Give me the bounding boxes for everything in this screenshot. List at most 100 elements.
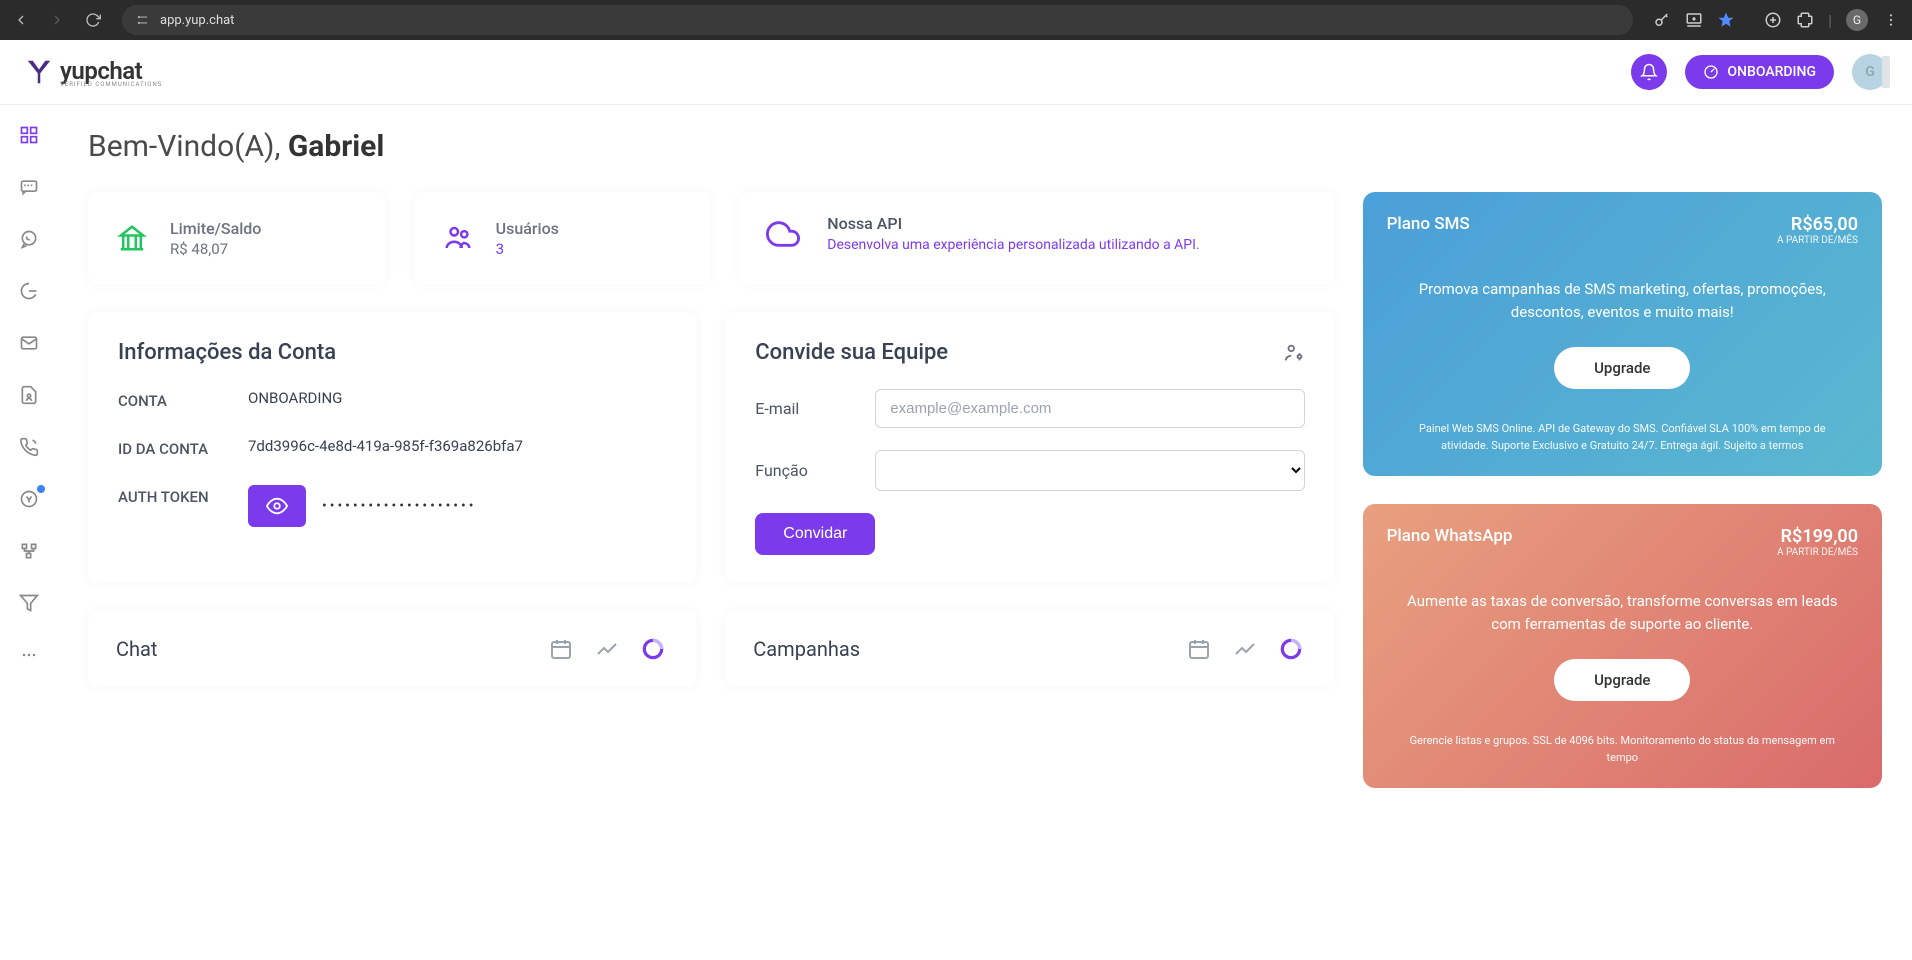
donut-chart-button[interactable] — [637, 633, 669, 665]
sidebar-item-more[interactable] — [17, 643, 41, 667]
account-label: CONTA — [118, 389, 248, 413]
gauge-icon — [1703, 64, 1719, 80]
campaigns-chart-title: Campanhas — [753, 637, 860, 661]
browser-url-text: app.yup.chat — [160, 13, 234, 28]
browser-chrome: app.yup.chat | G — [0, 0, 1912, 40]
donut-chart-icon — [1278, 636, 1304, 662]
sidebar-item-integrations[interactable] — [17, 539, 41, 563]
key-icon[interactable] — [1653, 11, 1671, 29]
balance-card[interactable]: Limite/Saldo R$ 48,07 — [88, 192, 386, 284]
users-card[interactable]: Usuários 3 — [414, 192, 712, 284]
account-id-label: ID DA CONTA — [118, 437, 248, 461]
onboarding-button[interactable]: ONBOARDING — [1685, 55, 1834, 89]
calendar-button[interactable] — [1183, 633, 1215, 665]
plan-wa-desc: Aumente as taxas de conversão, transform… — [1387, 590, 1858, 635]
sms-icon — [19, 177, 39, 197]
google-icon — [19, 281, 39, 301]
bank-icon — [112, 218, 152, 258]
browser-url-bar[interactable]: app.yup.chat — [122, 5, 1633, 35]
account-info-title: Informações da Conta — [118, 340, 667, 365]
site-settings-icon — [136, 13, 150, 27]
calendar-icon — [1187, 637, 1211, 661]
account-id-value: 7dd3996c-4e8d-419a-985f-f369a826bfa7 — [248, 437, 523, 461]
team-settings-icon[interactable] — [1283, 342, 1305, 364]
sidebar-item-filters[interactable] — [17, 591, 41, 615]
line-chart-button[interactable] — [591, 633, 623, 665]
bell-icon — [1640, 63, 1658, 81]
mail-icon — [19, 333, 39, 353]
sidebar-item-voice[interactable] — [17, 435, 41, 459]
install-icon[interactable] — [1685, 11, 1703, 29]
sidebar-item-yupchat[interactable] — [17, 487, 41, 511]
account-value: ONBOARDING — [248, 389, 342, 413]
sidebar-item-dashboard[interactable] — [17, 123, 41, 147]
brand-circle-icon — [19, 489, 39, 509]
role-select[interactable] — [875, 450, 1304, 491]
email-label: E-mail — [755, 399, 875, 418]
cloud-icon — [763, 214, 803, 254]
donut-chart-button[interactable] — [1275, 633, 1307, 665]
account-info-panel: Informações da Conta CONTA ONBOARDING ID… — [88, 312, 697, 583]
new-tab-icon[interactable] — [1764, 11, 1782, 29]
plan-sms-upgrade-button[interactable]: Upgrade — [1554, 347, 1690, 389]
file-user-icon — [19, 385, 39, 405]
browser-forward-button[interactable] — [48, 11, 66, 29]
invite-title: Convide sua Equipe — [755, 340, 948, 365]
donut-chart-icon — [640, 636, 666, 662]
phone-icon — [19, 437, 39, 457]
role-label: Função — [755, 461, 875, 480]
auth-token-masked: •••••••••••••••••••• — [322, 498, 476, 514]
plan-whatsapp-card: Plano WhatsApp R$199,00 A PARTIR DE/MÊS … — [1363, 504, 1882, 788]
plan-sms-fineprint: Painel Web SMS Online. API de Gateway do… — [1387, 421, 1858, 454]
calendar-icon — [549, 637, 573, 661]
balance-value: R$ 48,07 — [170, 240, 261, 258]
status-dot-icon — [37, 485, 45, 493]
users-label: Usuários — [496, 219, 559, 238]
plan-wa-price: R$199,00 — [1777, 526, 1858, 547]
sidebar-item-email[interactable] — [17, 331, 41, 355]
more-horizontal-icon — [19, 645, 39, 665]
plan-wa-upgrade-button[interactable]: Upgrade — [1554, 659, 1690, 701]
line-chart-icon — [1233, 637, 1257, 661]
sidebar-item-google[interactable] — [17, 279, 41, 303]
sidebar-item-whatsapp[interactable] — [17, 227, 41, 251]
user-avatar[interactable]: G — [1852, 54, 1888, 90]
sidebar-item-sms[interactable] — [17, 175, 41, 199]
browser-menu-icon[interactable] — [1882, 11, 1900, 29]
plan-sms-card: Plano SMS R$65,00 A PARTIR DE/MÊS Promov… — [1363, 192, 1882, 476]
campaigns-chart-panel: Campanhas — [725, 611, 1334, 687]
invite-team-panel: Convide sua Equipe E-mail Função — [725, 312, 1334, 583]
line-chart-button[interactable] — [1229, 633, 1261, 665]
welcome-heading: Bem-Vindo(A), Gabriel — [88, 129, 1882, 164]
browser-profile-avatar[interactable]: G — [1846, 9, 1868, 31]
chat-chart-panel: Chat — [88, 611, 697, 687]
api-card[interactable]: Nossa API Desenvolva uma experiência per… — [739, 192, 1334, 284]
plan-sms-price-sub: A PARTIR DE/MÊS — [1777, 235, 1858, 246]
reveal-token-button[interactable] — [248, 485, 306, 527]
browser-back-button[interactable] — [12, 11, 30, 29]
balance-label: Limite/Saldo — [170, 219, 261, 238]
users-icon — [438, 218, 478, 258]
plan-wa-price-sub: A PARTIR DE/MÊS — [1777, 547, 1858, 558]
chat-chart-title: Chat — [116, 637, 157, 661]
invite-button[interactable]: Convidar — [755, 513, 875, 555]
extensions-icon[interactable] — [1796, 11, 1814, 29]
browser-reload-button[interactable] — [84, 11, 102, 29]
logo[interactable]: yupchat VERIFIED COMMUNICATIONS — [24, 57, 162, 88]
plan-sms-desc: Promova campanhas de SMS marketing, ofer… — [1387, 278, 1858, 323]
users-value: 3 — [496, 240, 559, 258]
plan-sms-price: R$65,00 — [1777, 214, 1858, 235]
api-label: Nossa API — [827, 214, 1199, 233]
app-header: yupchat VERIFIED COMMUNICATIONS ONBOARDI… — [0, 40, 1912, 105]
onboarding-label: ONBOARDING — [1727, 64, 1816, 80]
calendar-button[interactable] — [545, 633, 577, 665]
plans-column: Plano SMS R$65,00 A PARTIR DE/MÊS Promov… — [1363, 192, 1882, 788]
whatsapp-icon — [19, 229, 39, 249]
api-description: Desenvolva uma experiência personalizada… — [827, 237, 1199, 253]
auth-token-label: AUTH TOKEN — [118, 485, 248, 527]
bookmark-star-icon[interactable] — [1717, 11, 1735, 29]
email-input[interactable] — [875, 389, 1304, 428]
notifications-button[interactable] — [1631, 54, 1667, 90]
logo-subtitle: VERIFIED COMMUNICATIONS — [60, 81, 162, 88]
sidebar-item-contacts[interactable] — [17, 383, 41, 407]
